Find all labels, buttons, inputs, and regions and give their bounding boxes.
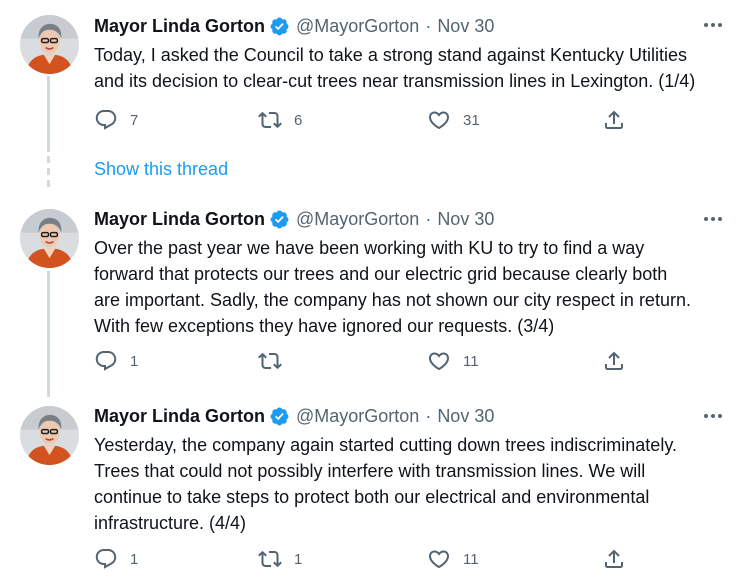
separator: ·	[425, 405, 432, 426]
tweet-text-line: Over the past year we have been working …	[94, 238, 645, 258]
heart-icon	[427, 547, 451, 571]
tweet[interactable]: Mayor Linda Gorton @MayorGorton · Nov 30…	[0, 0, 751, 150]
tweet-actions: 1 1 11	[94, 547, 654, 573]
share-button[interactable]	[602, 547, 626, 571]
more-options-icon[interactable]	[704, 23, 726, 31]
author-name[interactable]: Mayor Linda Gorton	[94, 406, 265, 427]
retweet-icon	[258, 108, 282, 132]
like-button[interactable]: 11	[427, 349, 479, 373]
tweet[interactable]: Mayor Linda Gorton @MayorGorton · Nov 30…	[0, 394, 751, 587]
tweet-text-line: continue to take steps to protect both o…	[94, 487, 650, 507]
tweet-text-line: Today, I asked the Council to take a str…	[94, 45, 687, 65]
tweet-text: Today, I asked the Council to take a str…	[94, 42, 734, 94]
share-button[interactable]	[602, 108, 626, 132]
tweet-text-line: With few exceptions they have ignored ou…	[94, 316, 555, 336]
retweet-button[interactable]: 6	[258, 108, 302, 132]
reply-count: 1	[130, 550, 139, 568]
tweet[interactable]: Mayor Linda Gorton @MayorGorton · Nov 30…	[0, 197, 751, 394]
tweet-header: Mayor Linda Gorton @MayorGorton · Nov 30	[94, 207, 494, 231]
tweet-text-line: Yesterday, the company again started cut…	[94, 435, 677, 455]
retweet-count: 6	[294, 111, 303, 129]
retweet-icon	[258, 349, 282, 373]
share-icon	[602, 108, 626, 132]
tweet-text-line: Trees that could not possibly interfere …	[94, 461, 646, 481]
tweet-date[interactable]: Nov 30	[437, 406, 494, 427]
tweet-date[interactable]: Nov 30	[437, 16, 494, 37]
tweet-text: Over the past year we have been working …	[94, 235, 734, 339]
reply-count: 7	[130, 111, 139, 129]
reply-button[interactable]: 1	[94, 349, 138, 373]
reply-button[interactable]: 7	[94, 108, 138, 132]
tweet-header: Mayor Linda Gorton @MayorGorton · Nov 30	[94, 14, 494, 38]
reply-icon	[94, 547, 118, 571]
more-options-icon[interactable]	[704, 414, 726, 422]
share-icon	[602, 547, 626, 571]
reply-icon	[94, 349, 118, 373]
share-icon	[602, 349, 626, 373]
author-name[interactable]: Mayor Linda Gorton	[94, 16, 265, 37]
verified-badge-icon	[269, 406, 290, 427]
heart-icon	[427, 349, 451, 373]
tweet-text: Yesterday, the company again started cut…	[94, 432, 734, 536]
like-count: 11	[463, 352, 479, 370]
tweet-header: Mayor Linda Gorton @MayorGorton · Nov 30	[94, 404, 494, 428]
author-name[interactable]: Mayor Linda Gorton	[94, 209, 265, 230]
avatar[interactable]	[20, 209, 79, 268]
retweet-button[interactable]: 1	[258, 547, 302, 571]
verified-badge-icon	[269, 209, 290, 230]
more-options-icon[interactable]	[704, 217, 726, 225]
tweet-text-line: are important. Sadly, the company has no…	[94, 290, 691, 310]
like-button[interactable]: 11	[427, 547, 479, 571]
avatar[interactable]	[20, 406, 79, 465]
reply-icon	[94, 108, 118, 132]
tweet-date[interactable]: Nov 30	[437, 209, 494, 230]
author-handle[interactable]: @MayorGorton	[296, 406, 419, 427]
show-thread-link[interactable]: Show this thread	[94, 159, 228, 180]
verified-badge-icon	[269, 16, 290, 37]
reply-button[interactable]: 1	[94, 547, 138, 571]
tweet-text-line: forward that protects our trees and our …	[94, 264, 668, 284]
reply-count: 1	[130, 352, 139, 370]
tweet-text-line: and its decision to clear-cut trees near…	[94, 71, 696, 91]
like-button[interactable]: 31	[427, 108, 480, 132]
tweet-actions: 1 11	[94, 349, 654, 375]
tweet-text-line: infrastructure. (4/4)	[94, 513, 247, 533]
avatar[interactable]	[20, 15, 79, 74]
separator: ·	[425, 15, 432, 36]
retweet-button[interactable]	[258, 349, 294, 373]
thread-gap-dots	[47, 156, 50, 200]
tweet-actions: 7 6 31	[94, 108, 654, 134]
retweet-icon	[258, 547, 282, 571]
share-button[interactable]	[602, 349, 626, 373]
like-count: 31	[463, 111, 480, 129]
heart-icon	[427, 108, 451, 132]
like-count: 11	[463, 550, 479, 568]
author-handle[interactable]: @MayorGorton	[296, 16, 419, 37]
author-handle[interactable]: @MayorGorton	[296, 209, 419, 230]
separator: ·	[425, 208, 432, 229]
retweet-count: 1	[294, 550, 303, 568]
